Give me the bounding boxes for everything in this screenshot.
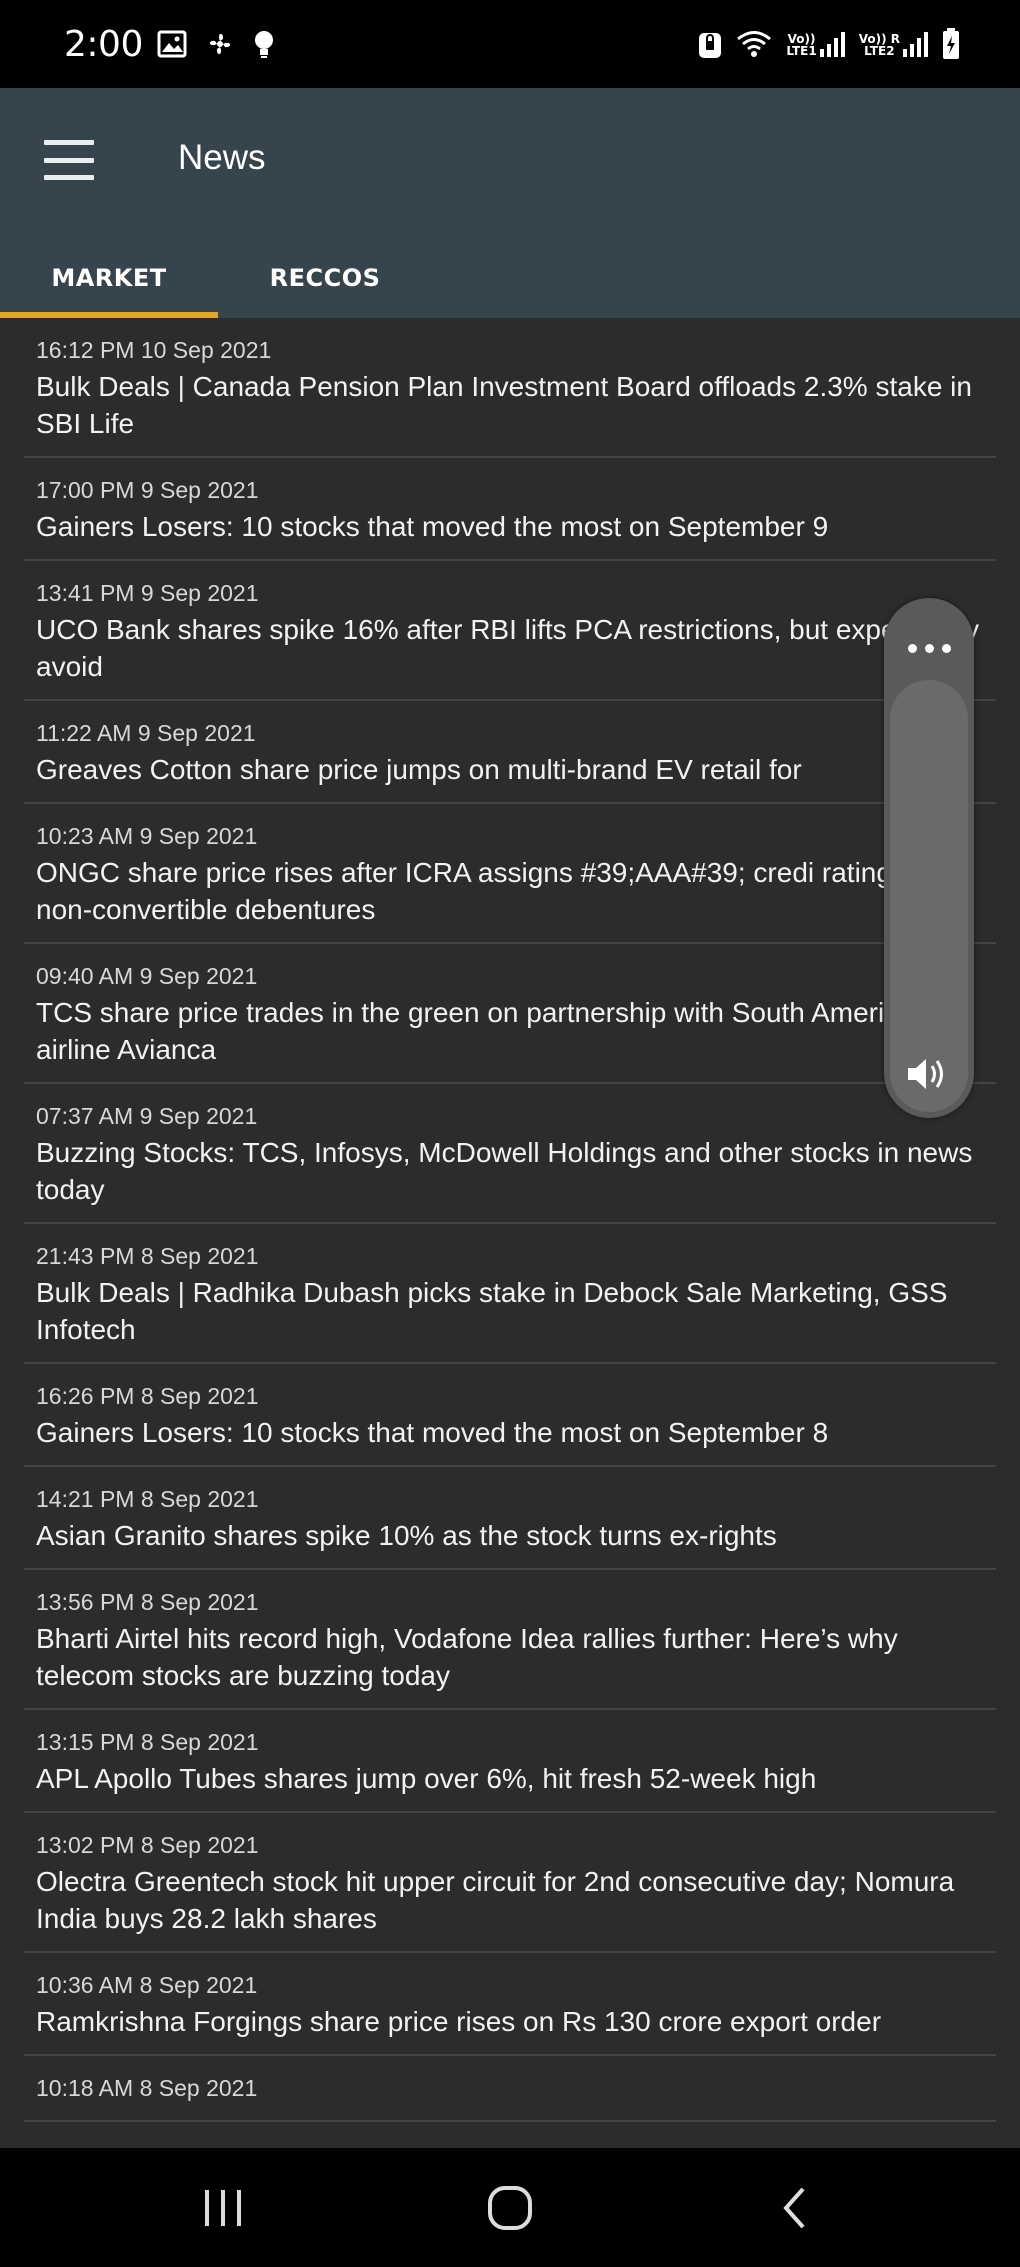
list-item[interactable]: 09:40 AM 9 Sep 2021 TCS share price trad… xyxy=(24,944,996,1084)
page-title: News xyxy=(178,138,266,177)
news-headline: Olectra Greentech stock hit upper circui… xyxy=(36,1866,955,1934)
volume-panel xyxy=(884,598,974,1118)
sim2-lte-label: LTE2 xyxy=(864,44,895,58)
bulb-icon xyxy=(253,29,275,59)
news-headline: Greaves Cotton share price jumps on mult… xyxy=(36,754,802,785)
more-options-icon[interactable] xyxy=(884,628,974,668)
speaker-icon[interactable] xyxy=(884,1044,974,1104)
list-item[interactable]: 14:21 PM 8 Sep 2021 Asian Granito shares… xyxy=(24,1467,996,1570)
news-timestamp: 16:12 PM 10 Sep 2021 xyxy=(36,337,272,363)
list-item[interactable]: 10:18 AM 8 Sep 2021 xyxy=(24,2056,996,2122)
battery-icon xyxy=(942,28,960,60)
recent-apps-icon[interactable] xyxy=(163,2148,283,2267)
list-item[interactable]: 07:37 AM 9 Sep 2021 Buzzing Stocks: TCS,… xyxy=(24,1084,996,1224)
news-headline: ONGC share price rises after ICRA assign… xyxy=(36,857,924,925)
status-right-icons: Vo)) LTE1 Vo)) R LTE2 xyxy=(698,28,960,60)
status-left-icons xyxy=(157,29,275,59)
hamburger-menu-icon[interactable] xyxy=(44,140,94,180)
news-headline: Ramkrishna Forgings share price rises on… xyxy=(36,2006,882,2037)
status-time: 2:00 xyxy=(64,23,143,65)
sim1-signal: Vo)) LTE1 xyxy=(786,31,845,58)
news-timestamp: 17:00 PM 9 Sep 2021 xyxy=(36,477,259,503)
news-timestamp: 14:21 PM 8 Sep 2021 xyxy=(36,1486,259,1512)
news-timestamp: 10:23 AM 9 Sep 2021 xyxy=(36,823,258,849)
list-item[interactable]: 11:22 AM 9 Sep 2021 Greaves Cotton share… xyxy=(24,701,996,804)
list-item[interactable]: 13:56 PM 8 Sep 2021 Bharti Airtel hits r… xyxy=(24,1570,996,1710)
news-headline: Bulk Deals | Radhika Dubash picks stake … xyxy=(36,1277,948,1345)
list-item[interactable]: 10:23 AM 9 Sep 2021 ONGC share price ris… xyxy=(24,804,996,944)
sim1-lte-label: LTE1 xyxy=(786,44,817,58)
wifi-icon xyxy=(736,30,772,58)
news-timestamp: 11:22 AM 9 Sep 2021 xyxy=(36,720,256,746)
news-timestamp: 07:37 AM 9 Sep 2021 xyxy=(36,1103,258,1129)
news-headline: Bharti Airtel hits record high, Vodafone… xyxy=(36,1623,898,1691)
app-bar: News MARKET RECCOS xyxy=(0,88,1020,318)
status-bar: 2:00 Vo)) LTE1 Vo)) R LTE2 xyxy=(0,0,1020,88)
list-item[interactable]: 17:00 PM 9 Sep 2021 Gainers Losers: 10 s… xyxy=(24,458,996,561)
list-item[interactable]: 13:15 PM 8 Sep 2021 APL Apollo Tubes sha… xyxy=(24,1710,996,1813)
news-timestamp: 13:02 PM 8 Sep 2021 xyxy=(36,1832,259,1858)
image-icon xyxy=(157,30,187,58)
tab-market[interactable]: MARKET xyxy=(0,238,218,318)
news-headline: Gainers Losers: 10 stocks that moved the… xyxy=(36,511,829,542)
news-timestamp: 10:36 AM 8 Sep 2021 xyxy=(36,1972,258,1998)
back-icon[interactable] xyxy=(734,2148,854,2267)
news-timestamp: 10:18 AM 8 Sep 2021 xyxy=(36,2075,258,2101)
signal-icon xyxy=(903,31,928,57)
news-headline: TCS share price trades in the green on p… xyxy=(36,997,930,1065)
news-timestamp: 16:26 PM 8 Sep 2021 xyxy=(36,1383,259,1409)
news-headline: Gainers Losers: 10 stocks that moved the… xyxy=(36,1417,829,1448)
news-headline: Bulk Deals | Canada Pension Plan Investm… xyxy=(36,371,972,439)
list-item[interactable]: 16:26 PM 8 Sep 2021 Gainers Losers: 10 s… xyxy=(24,1364,996,1467)
signal-icon xyxy=(819,31,845,57)
news-headline: UCO Bank shares spike 16% after RBI lift… xyxy=(36,614,980,682)
news-timestamp: 09:40 AM 9 Sep 2021 xyxy=(36,963,258,989)
list-item[interactable]: 16:12 PM 10 Sep 2021 Bulk Deals | Canada… xyxy=(24,318,996,458)
news-timestamp: 13:56 PM 8 Sep 2021 xyxy=(36,1589,259,1615)
news-headline: APL Apollo Tubes shares jump over 6%, hi… xyxy=(36,1763,817,1794)
sim2-signal: Vo)) R LTE2 xyxy=(859,31,928,57)
fan-icon xyxy=(205,29,235,59)
list-item[interactable]: 10:36 AM 8 Sep 2021 Ramkrishna Forgings … xyxy=(24,1953,996,2056)
home-icon[interactable] xyxy=(450,2148,570,2267)
news-list[interactable]: 16:12 PM 10 Sep 2021 Bulk Deals | Canada… xyxy=(24,318,996,2148)
news-timestamp: 13:15 PM 8 Sep 2021 xyxy=(36,1729,259,1755)
news-timestamp: 21:43 PM 8 Sep 2021 xyxy=(36,1243,259,1269)
system-nav-bar xyxy=(0,2148,1020,2267)
lock-icon xyxy=(698,29,722,59)
tab-reccos[interactable]: RECCOS xyxy=(218,238,432,318)
news-headline: Asian Granito shares spike 10% as the st… xyxy=(36,1520,777,1551)
list-item[interactable]: 13:41 PM 9 Sep 2021 UCO Bank shares spik… xyxy=(24,561,996,701)
news-timestamp: 13:41 PM 9 Sep 2021 xyxy=(36,580,259,606)
news-headline: Buzzing Stocks: TCS, Infosys, McDowell H… xyxy=(36,1137,973,1205)
list-item[interactable]: 21:43 PM 8 Sep 2021 Bulk Deals | Radhika… xyxy=(24,1224,996,1364)
list-item[interactable]: 13:02 PM 8 Sep 2021 Olectra Greentech st… xyxy=(24,1813,996,1953)
tab-bar: MARKET RECCOS xyxy=(0,238,1020,318)
